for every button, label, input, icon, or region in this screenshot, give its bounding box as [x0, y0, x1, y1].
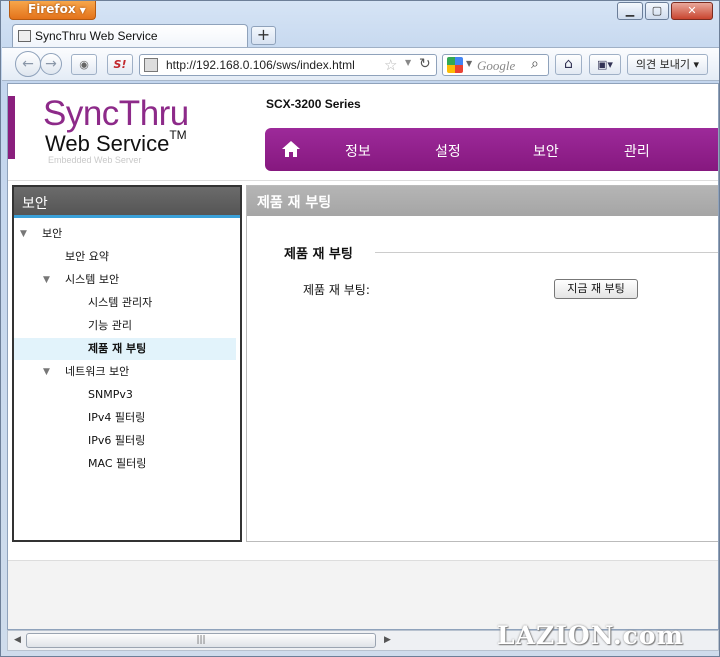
tab-title: SyncThru Web Service — [35, 29, 158, 43]
back-arrow-icon[interactable]: ← — [15, 51, 41, 77]
bookmarks-menu-icon[interactable]: ▣▾ — [589, 54, 621, 75]
tree-item-network-security[interactable]: ▼ 네트워크 보안 — [14, 361, 236, 383]
search-engine-dropdown-icon[interactable]: ▼ — [466, 59, 472, 68]
menu-management[interactable]: 관리 — [624, 141, 650, 161]
home-icon[interactable] — [281, 140, 301, 158]
tree-item-system-admin[interactable]: 시스템 관리자 — [14, 292, 236, 314]
model-name: SCX-3200 Series — [266, 97, 361, 111]
address-bar[interactable]: http://192.168.0.106/sws/index.html ☆ ▼ … — [139, 54, 437, 76]
tree-item-security-summary[interactable]: 보안 요약 — [14, 246, 236, 268]
tree-item-security[interactable]: ▼ 보안 — [14, 223, 236, 245]
scrollbar-thumb[interactable]: ||| — [26, 633, 376, 648]
browser-window: Firefox ▼ ▁ ▢ ✕ SyncThru Web Service + ← … — [0, 0, 720, 657]
search-placeholder: Google — [477, 58, 516, 73]
web-page: SyncThru Web ServiceTM Embedded Web Serv… — [7, 83, 719, 630]
printer-favicon-icon — [18, 30, 31, 42]
sidebar: 보안 ▼ 보안 보안 요약 ▼ 시스템 보안 시스템 관리자 기능 관리 제품 … — [12, 185, 242, 542]
url-dropdown-icon[interactable]: ▼ — [405, 58, 411, 67]
firefox-menu-button[interactable]: Firefox ▼ — [9, 1, 96, 20]
addon-s-icon[interactable]: S! — [107, 54, 133, 75]
tree-item-feature-management[interactable]: 기능 관리 — [14, 315, 236, 337]
logo-accent-bar — [8, 96, 15, 159]
url-text[interactable]: http://192.168.0.106/sws/index.html — [166, 58, 355, 72]
reboot-now-button[interactable]: 지금 재 부팅 — [554, 279, 638, 299]
scroll-right-icon[interactable]: ▶ — [384, 635, 391, 645]
forward-arrow-icon[interactable]: → — [40, 53, 62, 75]
tree-item-ipv6-filtering[interactable]: IPv6 필터링 — [14, 430, 236, 452]
reload-icon[interactable]: ↻ — [419, 56, 431, 72]
menu-security[interactable]: 보안 — [533, 141, 559, 161]
site-favicon-icon — [144, 58, 158, 72]
home-icon[interactable]: ⌂ — [555, 54, 582, 75]
scroll-left-icon[interactable]: ◀ — [14, 635, 21, 645]
expand-triangle-icon[interactable]: ▼ — [20, 223, 27, 245]
tree-item-product-reboot[interactable]: 제품 재 부팅 — [14, 338, 236, 360]
bookmark-star-icon[interactable]: ☆ — [384, 56, 397, 74]
footer — [8, 561, 718, 629]
feedback-button[interactable]: 의견 보내기 ▾ — [627, 54, 708, 75]
content-title: 제품 재 부팅 — [247, 186, 718, 216]
minimize-button[interactable]: ▁ — [617, 2, 643, 20]
section-divider — [375, 252, 718, 253]
close-window-button[interactable]: ✕ — [671, 2, 713, 20]
top-menu: 정보 설정 보안 관리 — [265, 128, 718, 171]
tree-item-snmpv3[interactable]: SNMPv3 — [14, 384, 236, 406]
tree-item-mac-filtering[interactable]: MAC 필터링 — [14, 453, 236, 475]
reboot-label: 제품 재 부팅: — [303, 283, 370, 297]
search-icon[interactable]: ⌕ — [531, 56, 539, 72]
tree-item-system-security[interactable]: ▼ 시스템 보안 — [14, 269, 236, 291]
expand-triangle-icon[interactable]: ▼ — [43, 361, 50, 383]
menu-info[interactable]: 정보 — [345, 141, 371, 161]
google-icon[interactable] — [447, 57, 463, 73]
watermark: LAZION.com — [497, 621, 685, 650]
sidebar-title: 보안 — [14, 187, 240, 218]
browser-tab[interactable]: SyncThru Web Service — [12, 24, 248, 47]
menu-settings[interactable]: 설정 — [435, 141, 461, 161]
maximize-button[interactable]: ▢ — [645, 2, 669, 20]
logo-web-service: Web ServiceTM — [45, 128, 187, 156]
tree-item-ipv4-filtering[interactable]: IPv4 필터링 — [14, 407, 236, 429]
addon-icon[interactable]: ◉ — [71, 54, 97, 75]
logo-subtitle: Embedded Web Server — [48, 155, 142, 165]
expand-triangle-icon[interactable]: ▼ — [43, 269, 50, 291]
header-divider — [8, 180, 718, 181]
logo-syncthru: SyncThru — [43, 94, 189, 133]
section-title: 제품 재 부팅 — [284, 247, 353, 262]
new-tab-button[interactable]: + — [251, 26, 276, 45]
navigation-toolbar: ← → ◉ S! http://192.168.0.106/sws/index.… — [2, 47, 719, 81]
search-input[interactable]: ▼ Google ⌕ — [442, 54, 549, 76]
content-panel: 제품 재 부팅 제품 재 부팅 제품 재 부팅: 지금 재 부팅 — [246, 185, 718, 542]
